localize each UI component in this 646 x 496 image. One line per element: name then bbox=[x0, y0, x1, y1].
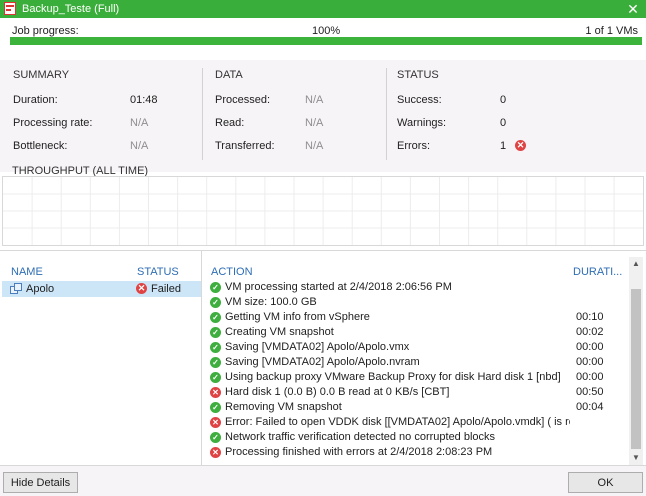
success-check-icon: ✓ bbox=[210, 297, 221, 308]
success-check-icon: ✓ bbox=[210, 327, 221, 338]
warnings-label: Warnings: bbox=[397, 117, 447, 129]
throughput-grid bbox=[3, 177, 643, 245]
success-check-icon: ✓ bbox=[210, 357, 221, 368]
log-message: Network traffic verification detected no… bbox=[225, 431, 496, 443]
scroll-down-icon[interactable]: ▼ bbox=[629, 451, 643, 465]
log-row[interactable]: ✓ VM size: 100.0 GB bbox=[210, 296, 624, 311]
scrollbar-thumb[interactable] bbox=[631, 289, 641, 449]
log-row[interactable]: ✓ Network traffic verification detected n… bbox=[210, 431, 624, 446]
success-check-icon: ✓ bbox=[210, 312, 221, 323]
hide-details-button[interactable]: Hide Details bbox=[3, 472, 78, 493]
duration-column-header[interactable]: DURATI... bbox=[573, 266, 622, 278]
log-duration: 00:10 bbox=[576, 311, 604, 323]
transferred-value: N/A bbox=[305, 140, 324, 152]
log-duration: 00:50 bbox=[576, 386, 604, 398]
progress-bar bbox=[10, 37, 642, 45]
stats-divider bbox=[202, 68, 203, 160]
log-message: VM processing started at 2/4/2018 2:06:5… bbox=[225, 281, 452, 293]
log-row[interactable]: ✓ Saving [VMDATA02] Apolo/Apolo.nvram 00:0… bbox=[210, 356, 624, 371]
footer-bar: Hide Details OK bbox=[0, 465, 646, 496]
log-duration: 00:02 bbox=[576, 326, 604, 338]
log-message: Removing VM snapshot bbox=[225, 401, 342, 413]
log-message: Saving [VMDATA02] Apolo/Apolo.vmx bbox=[225, 341, 410, 353]
log-duration: 00:04 bbox=[576, 401, 604, 413]
log-message: Saving [VMDATA02] Apolo/Apolo.nvram bbox=[225, 356, 420, 368]
bottleneck-label: Bottleneck: bbox=[13, 140, 68, 152]
duration-label: Duration: bbox=[13, 94, 58, 106]
success-label: Success: bbox=[397, 94, 442, 106]
details-area: NAME STATUS Apolo ✕ Failed ACTION DURATI… bbox=[0, 250, 646, 466]
error-icon: ✕ bbox=[515, 140, 526, 151]
job-progress-percent: 100% bbox=[312, 25, 341, 37]
log-row[interactable]: ✓ Removing VM snapshot 00:04 bbox=[210, 401, 624, 416]
vm-icon bbox=[10, 283, 22, 294]
success-value: 0 bbox=[500, 94, 507, 106]
log-row[interactable]: ✓ Getting VM info from vSphere 00:10 bbox=[210, 311, 624, 326]
read-value: N/A bbox=[305, 117, 324, 129]
vertical-scrollbar[interactable]: ▲ ▼ bbox=[629, 257, 643, 465]
processing-rate-label: Processing rate: bbox=[13, 117, 93, 129]
log-message: Using backup proxy VMware Backup Proxy f… bbox=[225, 371, 561, 383]
error-icon: ✕ bbox=[210, 447, 221, 458]
vm-list-pane: NAME STATUS Apolo ✕ Failed bbox=[0, 251, 202, 466]
bottleneck-value: N/A bbox=[130, 140, 149, 152]
log-message: Hard disk 1 (0.0 B) 0.0 B read at 0 KB/s… bbox=[225, 386, 450, 398]
warnings-value: 0 bbox=[500, 117, 507, 129]
action-log-pane: ACTION DURATI... ✓ VM processing started … bbox=[203, 251, 628, 466]
log-row[interactable]: ✓ VM processing started at 2/4/2018 2:06:… bbox=[210, 281, 624, 296]
duration-value: 01:48 bbox=[130, 94, 158, 106]
throughput-graph bbox=[2, 176, 644, 246]
log-row[interactable]: ✕ Error: Failed to open VDDK disk [[VMDAT… bbox=[210, 416, 624, 431]
name-column-header[interactable]: NAME bbox=[11, 266, 43, 278]
processed-label: Processed: bbox=[215, 94, 271, 106]
log-message: VM size: 100.0 GB bbox=[225, 296, 317, 308]
log-duration: 00:00 bbox=[576, 371, 604, 383]
read-label: Read: bbox=[215, 117, 245, 129]
ok-button[interactable]: OK bbox=[568, 472, 643, 493]
summary-heading: SUMMARY bbox=[13, 69, 70, 81]
title-bar: Backup_Teste (Full) ✕ bbox=[0, 0, 646, 18]
log-message: Getting VM info from vSphere bbox=[225, 311, 370, 323]
failed-icon: ✕ bbox=[136, 283, 147, 294]
job-progress: Job progress: 100% 1 of 1 VMs bbox=[0, 18, 646, 60]
log-row[interactable]: ✕ Processing finished with errors at 2/4/… bbox=[210, 446, 624, 461]
vm-status: Failed bbox=[151, 283, 181, 295]
action-column-header[interactable]: ACTION bbox=[211, 266, 253, 278]
log-row[interactable]: ✓ Creating VM snapshot 00:02 bbox=[210, 326, 624, 341]
log-duration: 00:00 bbox=[576, 341, 604, 353]
error-icon: ✕ bbox=[210, 417, 221, 428]
log-row[interactable]: ✕ Hard disk 1 (0.0 B) 0.0 B read at 0 KB/… bbox=[210, 386, 624, 401]
job-progress-label: Job progress: bbox=[12, 25, 79, 37]
processing-rate-value: N/A bbox=[130, 117, 149, 129]
stats-panel: SUMMARY Duration: 01:48 Processing rate:… bbox=[0, 60, 646, 172]
log-duration: 00:00 bbox=[576, 356, 604, 368]
errors-label: Errors: bbox=[397, 140, 430, 152]
error-icon: ✕ bbox=[210, 387, 221, 398]
success-check-icon: ✓ bbox=[210, 402, 221, 413]
log-message: Error: Failed to open VDDK disk [[VMDATA… bbox=[225, 416, 570, 428]
log-message: Creating VM snapshot bbox=[225, 326, 334, 338]
log-message: Processing finished with errors at 2/4/2… bbox=[225, 446, 493, 458]
data-heading: DATA bbox=[215, 69, 243, 81]
stats-divider bbox=[386, 68, 387, 160]
log-row[interactable]: ✓ Saving [VMDATA02] Apolo/Apolo.vmx 00:00 bbox=[210, 341, 624, 356]
transferred-label: Transferred: bbox=[215, 140, 275, 152]
job-progress-count: 1 of 1 VMs bbox=[585, 25, 638, 37]
log-row[interactable]: ✓ Using backup proxy VMware Backup Proxy … bbox=[210, 371, 624, 386]
success-check-icon: ✓ bbox=[210, 432, 221, 443]
success-check-icon: ✓ bbox=[210, 282, 221, 293]
errors-value: 1 bbox=[500, 140, 507, 152]
scroll-up-icon[interactable]: ▲ bbox=[629, 257, 643, 271]
success-check-icon: ✓ bbox=[210, 342, 221, 353]
window-title: Backup_Teste (Full) bbox=[22, 3, 120, 15]
processed-value: N/A bbox=[305, 94, 324, 106]
success-check-icon: ✓ bbox=[210, 372, 221, 383]
close-icon[interactable]: ✕ bbox=[626, 1, 640, 17]
status-column-header[interactable]: STATUS bbox=[137, 266, 179, 278]
vm-row-apolo[interactable]: Apolo ✕ Failed bbox=[2, 281, 201, 297]
progress-bar-fill bbox=[10, 37, 642, 45]
status-heading: STATUS bbox=[397, 69, 439, 81]
veeam-app-icon bbox=[4, 2, 16, 15]
vm-name: Apolo bbox=[26, 283, 55, 295]
